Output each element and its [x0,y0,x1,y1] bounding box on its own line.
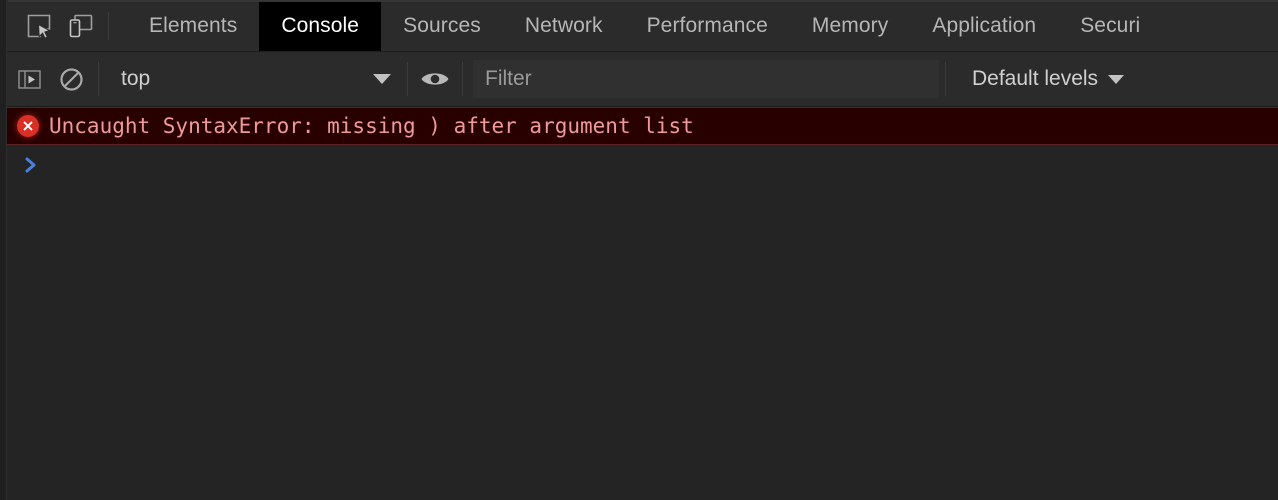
console-prompt-input[interactable] [46,150,1278,180]
console-toolbar-divider-4 [945,62,946,96]
tab-network[interactable]: Network [503,0,625,51]
devtools-window: Elements Console Sources Network Perform… [0,0,1278,500]
eye-icon[interactable] [414,58,456,100]
tab-console[interactable]: Console [259,0,382,51]
left-gutter [0,0,7,500]
chevron-down-icon [373,74,391,84]
execution-context-selector[interactable]: top [105,58,401,100]
console-sidebar-icon[interactable] [8,58,50,100]
tab-elements[interactable]: Elements [127,0,259,51]
console-toolbar-divider-1 [98,62,99,96]
filter-input[interactable]: Filter [473,60,939,98]
log-levels-label: Default levels [972,67,1099,90]
error-circle-x-icon [17,115,39,137]
console-toolbar: top Filter Default levels [0,52,1278,107]
main-toolbar-icons [8,0,119,51]
console-toolbar-divider-3 [462,62,463,96]
main-tab-bar: Elements Console Sources Network Perform… [0,0,1278,52]
clear-console-glyph [59,67,83,91]
tab-memory[interactable]: Memory [790,0,910,51]
error-x-glyph [23,121,33,131]
chevron-right-glyph [25,157,36,173]
clear-console-icon[interactable] [50,58,92,100]
prompt-chevron-icon [16,156,46,174]
execution-context-value: top [121,67,151,90]
console-prompt-row[interactable] [0,145,1278,185]
tab-application[interactable]: Application [910,0,1058,51]
console-output: Uncaught SyntaxError: missing ) after ar… [0,107,1278,500]
toolbar-divider [108,11,109,40]
console-message-text: Uncaught SyntaxError: missing ) after ar… [49,114,694,138]
console-toolbar-divider-2 [407,62,408,96]
chevron-down-icon [1108,74,1125,84]
filter-placeholder: Filter [485,67,532,90]
device-toolbar-icon[interactable] [60,6,102,46]
tab-security[interactable]: Securi [1058,0,1162,51]
inspect-element-icon[interactable] [18,6,60,46]
tab-sources[interactable]: Sources [381,0,503,51]
console-sidebar-glyph [17,69,41,89]
console-message-error[interactable]: Uncaught SyntaxError: missing ) after ar… [0,107,1278,145]
log-levels-selector[interactable]: Default levels [958,58,1136,100]
tab-performance[interactable]: Performance [625,0,790,51]
device-toolbar-glyph [69,14,93,37]
panel-tabs: Elements Console Sources Network Perform… [127,0,1162,51]
eye-glyph [421,73,449,85]
inspect-element-glyph [27,14,51,39]
